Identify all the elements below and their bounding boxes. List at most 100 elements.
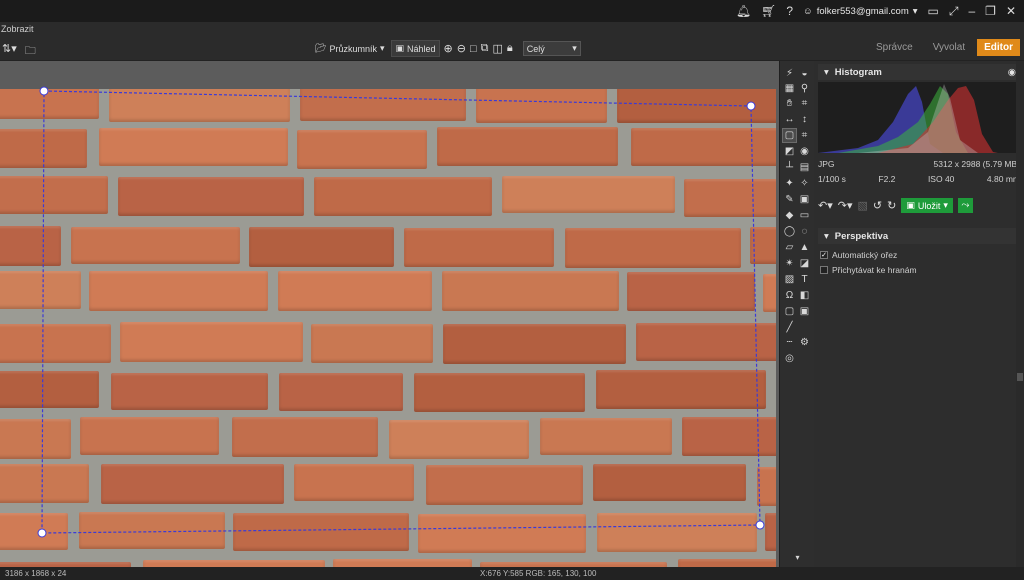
menu-item-view[interactable]: Zobrazit (1, 24, 34, 34)
mode-manager-tab[interactable]: Správce (868, 39, 921, 56)
eraser-tool-icon[interactable]: ◆ (783, 209, 796, 222)
quick-fix-icon[interactable]: ⚡ (783, 67, 796, 80)
histogram-options-icon[interactable]: ◉ (1008, 67, 1016, 78)
explorer-label: Průzkumník (329, 43, 377, 54)
auto-crop-option[interactable]: ✓ Automatický ořez (820, 250, 897, 260)
auto-crop-label: Automatický ořez (832, 250, 898, 260)
bucket-icon[interactable]: ▣ (798, 193, 811, 206)
share-button[interactable]: ⤳ (957, 198, 973, 213)
fit-screen-icon[interactable]: ⧉ (481, 42, 489, 55)
mode-editor-tab[interactable]: Editor (977, 39, 1020, 56)
undo-icon[interactable]: ↶▾ (818, 199, 833, 212)
dotted-line-icon[interactable]: ┄ (783, 336, 796, 349)
zoom-in-icon[interactable]: ⊕ (444, 42, 453, 55)
wand-select-icon[interactable]: ✴ (783, 257, 796, 270)
crop-icon[interactable]: ⌗ (798, 97, 811, 110)
magic-wand-icon[interactable]: ✧ (798, 177, 811, 190)
watermark-icon[interactable]: ▣ (798, 305, 811, 318)
grid-transform-icon[interactable]: ⌗ (798, 129, 811, 142)
expand-icon[interactable]: ⤢ (949, 5, 959, 17)
insert-image-icon[interactable]: ▨ (783, 273, 796, 286)
perspective-header[interactable]: ▾ Perspektiva (818, 228, 1020, 244)
perspective-title: Perspektiva (834, 230, 889, 242)
lasso-icon[interactable]: ◌ (798, 225, 811, 238)
crop-handle-top-left[interactable] (39, 86, 49, 96)
crop-handle-bottom-right[interactable] (755, 520, 765, 530)
user-icon: ☺ (803, 5, 813, 17)
crop-handle-bottom-left[interactable] (37, 528, 47, 538)
eraser-icon[interactable]: ◒ (798, 67, 811, 80)
restore-icon[interactable]: ❐ (985, 5, 996, 17)
zoom-tool-icon[interactable]: ⚲ (798, 82, 811, 95)
help-icon[interactable]: ? (786, 5, 793, 17)
gradient-icon[interactable]: ◩ (783, 145, 796, 158)
tool-strip: ⚡ ◒ ▦ ⚲ ✋︎ ⌗ ↔ ↕ ▢ ⌗ ◩ ◉ ┴ ▤ ✦ ✧ ✎ ▣ ◆ ▭… (779, 61, 814, 567)
zoom-select[interactable]: Celý ▾ (522, 41, 581, 56)
collapse-icon: ▾ (824, 66, 829, 78)
crop-handle-top-right[interactable] (746, 101, 756, 111)
account-menu[interactable]: ☺ folker553@gmail.com ▾ (803, 6, 918, 17)
mask-icon[interactable]: ◪ (798, 257, 811, 270)
explorer-button[interactable]: 📂︎ Průzkumník ▾ (312, 41, 387, 56)
healing-brush-icon[interactable]: ✦ (783, 177, 796, 190)
actual-size-icon[interactable]: □ (470, 43, 477, 55)
histogram-header[interactable]: ▾ Histogram ◉ (818, 64, 1020, 80)
line-icon[interactable]: ╱ (783, 321, 796, 334)
cursor-info: X:676 Y:585 RGB: 165, 130, 100 (480, 569, 597, 578)
chevron-down-icon: ▾ (379, 43, 385, 53)
polygon-select-icon[interactable]: ▱ (783, 241, 796, 254)
image-canvas[interactable] (0, 61, 779, 567)
mode-develop-tab[interactable]: Vyvolat (925, 39, 973, 56)
camera-icon[interactable]: ◎ (783, 352, 796, 365)
panel-scrollbar[interactable] (1016, 61, 1024, 567)
zoom-value: Celý (526, 43, 545, 54)
add-folder-icon[interactable]: 🗀︎ (25, 42, 36, 61)
redo-icon[interactable]: ↷▾ (838, 199, 853, 212)
crop-frame[interactable] (41, 90, 761, 534)
magnetic-lasso-icon[interactable]: ▲ (798, 241, 811, 254)
action-row: ↶▾ ↷▾ ▧ ↺ ↻ ▣ Uložit ▾ ⤳ (818, 198, 1020, 213)
save-button[interactable]: ▣ Uložit ▾ (901, 198, 953, 213)
compare-icon[interactable]: ◫ (492, 42, 502, 55)
zoom-out-icon[interactable]: ⊖ (457, 42, 466, 55)
exif-aperture: F2.2 (878, 174, 896, 184)
shape-icon[interactable]: ◧ (798, 289, 811, 302)
chevron-down-icon[interactable]: ▾ (791, 551, 804, 564)
straighten-icon[interactable]: ↔ (783, 113, 796, 126)
ellipse-select-icon[interactable]: ◯ (783, 225, 796, 238)
status-bar: 3186 x 1868 x 24 X:676 Y:585 RGB: 165, 1… (0, 567, 1024, 580)
text-icon[interactable]: T (798, 273, 811, 286)
layers-icon[interactable]: ▤ (798, 161, 811, 174)
histogram-title: Histogram (834, 66, 882, 78)
resize-icon[interactable]: ↕ (798, 113, 811, 126)
rect-select-icon[interactable]: ▭ (798, 209, 811, 222)
filmstrip-icon[interactable]: ▦ (783, 82, 796, 95)
perspective-crop-overlay[interactable] (0, 61, 779, 567)
brush-icon[interactable]: ✎ (783, 193, 796, 206)
settings-icon[interactable]: ⚙︎ (798, 336, 811, 349)
scroll-thumb[interactable] (1017, 373, 1023, 381)
frame-icon[interactable]: ▢ (783, 305, 796, 318)
bell-icon[interactable]: 🔔︎ (736, 5, 751, 17)
sort-icon[interactable]: ⇅▾ (2, 42, 17, 61)
snap-edges-option[interactable]: Přichytávat ke hranám (820, 265, 917, 275)
symbol-icon[interactable]: Ω (783, 289, 796, 302)
exif-shutter: 1/100 s (818, 174, 846, 184)
red-eye-icon[interactable]: ◉ (798, 145, 811, 158)
minimize-icon[interactable]: – (968, 5, 975, 17)
hand-icon[interactable]: ✋︎ (783, 97, 796, 110)
histogram-chart (818, 82, 1020, 153)
history-icon[interactable]: ▧ (858, 199, 868, 212)
preview-button[interactable]: ▣ Náhled (391, 40, 440, 57)
close-icon[interactable]: ✕ (1006, 5, 1016, 17)
rotate-right-icon[interactable]: ↻ (887, 199, 896, 212)
clone-stamp-icon[interactable]: ┴ (783, 161, 796, 174)
perspective-tool-icon[interactable]: ▢ (782, 128, 797, 143)
cart-icon[interactable]: 🛒︎ (761, 5, 776, 17)
auto-crop-checkbox[interactable]: ✓ (820, 251, 828, 259)
rotate-left-icon[interactable]: ↺ (873, 199, 882, 212)
image-icon: ▣ (395, 43, 404, 53)
snap-edges-checkbox[interactable] (820, 266, 828, 274)
lock-icon[interactable]: 🔒︎ (507, 42, 513, 55)
monitor-icon[interactable]: ▭ (928, 5, 939, 17)
